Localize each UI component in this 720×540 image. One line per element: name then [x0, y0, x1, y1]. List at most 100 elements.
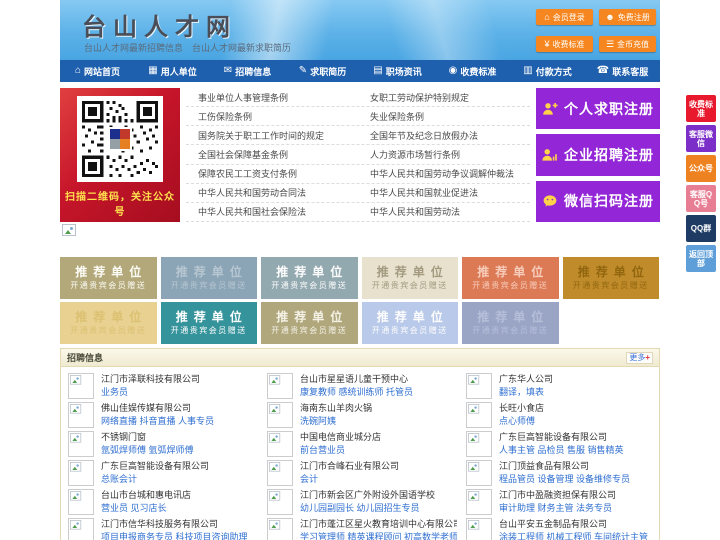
job-position-links[interactable]: 会计	[300, 473, 399, 486]
company-name-link[interactable]: 佛山佳娱传媒有限公司	[101, 402, 214, 415]
nav-item-icon: ✉	[223, 65, 233, 76]
law-link[interactable]: 全国社会保障基金条例	[186, 148, 358, 161]
company-name-link[interactable]: 海南东山羊肉火锅	[300, 402, 372, 415]
company-name-link[interactable]: 广东巨高智能设备有限公司	[499, 431, 624, 444]
promo-box-title: 推荐单位	[376, 310, 449, 324]
promo-box[interactable]: 推荐单位 开通贵宾会员赠送	[160, 302, 257, 344]
promo-box[interactable]: 推荐单位 开通贵宾会员赠送	[261, 302, 358, 344]
company-name-link[interactable]: 江门市新会区广外附设外国语学校	[300, 489, 435, 502]
job-position-links[interactable]: 总账会计	[101, 473, 209, 486]
job-position-links[interactable]: 业务员	[101, 386, 200, 399]
company-name-link[interactable]: 广东华人公司	[499, 373, 553, 386]
company-name-link[interactable]: 台山市台城和惠电讯店	[101, 489, 191, 502]
law-link[interactable]: 中华人民共和国劳动合同法	[186, 186, 358, 199]
job-position-links[interactable]: 网络直播 抖音直播 人事专员	[101, 415, 214, 428]
company-name-link[interactable]: 江门市泽联科技有限公司	[101, 373, 200, 386]
law-link[interactable]: 保障农民工工资支付条例	[186, 167, 358, 180]
law-link[interactable]: 全国年节及纪念日放假办法	[358, 129, 530, 142]
broken-image-icon	[468, 491, 480, 501]
jobs-column-1: 江门市泽联科技有限公司 业务员 佛山佳娱传媒有限公司 网络直播 抖音直播 人事专…	[61, 371, 260, 540]
nav-item[interactable]: ▤ 职场资讯	[360, 60, 435, 82]
law-link[interactable]: 国务院关于职工工作时间的规定	[186, 129, 358, 142]
job-position-links[interactable]: 前台营业员	[300, 444, 381, 457]
job-position-links[interactable]: 点心师傅	[499, 415, 544, 428]
company-name-link[interactable]: 长旺小食店	[499, 402, 544, 415]
job-position-links[interactable]: 洗碗阿姨	[300, 415, 372, 428]
header-button[interactable]: ¥ 收费标准	[536, 36, 593, 52]
company-name-link[interactable]: 广东巨高智能设备有限公司	[101, 460, 209, 473]
law-link[interactable]: 中华人民共和国就业促进法	[358, 186, 530, 199]
sidebar-chip[interactable]: QQ群	[686, 215, 716, 242]
promo-box-title: 推荐单位	[276, 265, 349, 279]
job-position-links[interactable]: 氩弧焊师傅 氩弧焊师傅	[101, 444, 194, 457]
company-name-link[interactable]: 不锈钢门窗	[101, 431, 194, 444]
company-name-link[interactable]: 江门市中盈融资担保有限公司	[499, 489, 616, 502]
company-name-link[interactable]: 江门市合峰石业有限公司	[300, 460, 399, 473]
broken-image-icon	[468, 375, 480, 385]
promo-box[interactable]: 推荐单位 开通贵宾会员赠送	[261, 257, 358, 299]
nav-item[interactable]: ✎ 求职简历	[285, 60, 360, 82]
nav-item[interactable]: ✉ 招聘信息	[210, 60, 285, 82]
law-links-row: 中华人民共和国劳动合同法 中华人民共和国就业促进法	[186, 184, 530, 203]
header-button[interactable]: ☰ 金币充值	[599, 36, 656, 52]
law-link[interactable]: 事业单位人事管理条例	[186, 91, 358, 104]
promo-box[interactable]: 推荐单位 开通贵宾会员赠送	[562, 257, 659, 299]
job-position-links[interactable]: 程品管员 设备管理 设备维修专员	[499, 473, 630, 486]
broken-image-icon	[468, 520, 480, 530]
header-button[interactable]: ⌂ 会员登录	[536, 9, 593, 25]
sidebar-chip[interactable]: 客服QQ号	[686, 185, 716, 212]
promo-box[interactable]: 推荐单位 开通贵宾会员赠送	[361, 257, 458, 299]
promo-box[interactable]: 推荐单位 开通贵宾会员赠送	[462, 302, 559, 344]
law-link[interactable]: 工伤保险条例	[186, 110, 358, 123]
job-position-links[interactable]: 项目申报商务专员 科技项目咨询助理	[101, 531, 248, 540]
company-logo-placeholder	[466, 402, 492, 428]
nav-item-label: 职场资讯	[385, 66, 422, 77]
promo-box-subtitle: 开通贵宾会员赠送	[572, 281, 649, 290]
company-name-link[interactable]: 中国电信商业城分店	[300, 431, 381, 444]
law-link[interactable]: 失业保险条例	[358, 110, 530, 123]
job-position-links[interactable]: 幼儿园副园长 幼儿园招生专员	[300, 502, 435, 515]
job-position-links[interactable]: 审计助理 财务主管 法务专员	[499, 502, 616, 515]
nav-item[interactable]: ▦ 用人单位	[135, 60, 210, 82]
wechat-register-button[interactable]: 微信扫码注册	[536, 180, 660, 222]
job-position-links[interactable]: 涂装工程师 机械工程师 车间统计主管	[499, 531, 648, 540]
promo-box[interactable]: 推荐单位 开通贵宾会员赠送	[60, 257, 157, 299]
job-position-links[interactable]: 康复教师 感统训练师 托管员	[300, 386, 413, 399]
company-name-link[interactable]: 江门顶益食品有限公司	[499, 460, 630, 473]
header-button[interactable]: ☻ 免费注册	[599, 9, 656, 25]
job-position-links[interactable]: 营业员 见习店长	[101, 502, 191, 515]
more-link[interactable]: 更多+	[626, 351, 653, 364]
nav-item[interactable]: ◉ 收费标准	[435, 60, 510, 82]
law-link[interactable]: 中华人民共和国劳动争议调解仲裁法	[358, 167, 530, 180]
sidebar-chip[interactable]: 返回顶部	[686, 245, 716, 272]
company-logo-placeholder	[267, 402, 293, 428]
job-position-links[interactable]: 翻译，填表	[499, 386, 553, 399]
company-logo-placeholder	[466, 431, 492, 457]
law-link[interactable]: 女职工劳动保护特别规定	[358, 91, 530, 104]
promo-box[interactable]: 推荐单位 开通贵宾会员赠送	[462, 257, 559, 299]
nav-item[interactable]: ☎ 联系客服	[585, 60, 660, 82]
promo-box[interactable]: 推荐单位 开通贵宾会员赠送	[160, 257, 257, 299]
nav-item-icon: ▤	[373, 65, 383, 76]
personal-register-button[interactable]: 个人求职注册	[536, 88, 660, 130]
promo-box[interactable]: 推荐单位 开通贵宾会员赠送	[60, 302, 157, 344]
promo-box-subtitle: 开通贵宾会员赠送	[271, 281, 348, 290]
promo-box-title: 推荐单位	[477, 310, 550, 324]
sidebar-chip[interactable]: 公众号	[686, 155, 716, 182]
job-position-links[interactable]: 人事主管 品检员 售服 销售精英	[499, 444, 624, 457]
company-name-link[interactable]: 台山平安五金制品有限公司	[499, 518, 648, 531]
law-link[interactable]: 中华人民共和国社会保险法	[186, 205, 358, 218]
law-link[interactable]: 人力资源市场暂行条例	[358, 148, 530, 161]
job-position-links[interactable]: 学习管理师 精英课程顾问 初高数学老师	[300, 531, 457, 540]
sidebar-chip[interactable]: 客服微信	[686, 125, 716, 152]
sidebar-chip[interactable]: 收费标准	[686, 95, 716, 122]
nav-item[interactable]: ▥ 付款方式	[510, 60, 585, 82]
company-name-link[interactable]: 江门市信华科技服务有限公司	[101, 518, 248, 531]
promo-box[interactable]: 推荐单位 开通贵宾会员赠送	[361, 302, 458, 344]
promo-box-title: 推荐单位	[577, 265, 650, 279]
nav-item[interactable]: ⌂ 网站首页	[60, 60, 135, 82]
company-name-link[interactable]: 台山市星星语儿童干预中心	[300, 373, 413, 386]
company-name-link[interactable]: 江门市蓬江区星火教育培训中心有限公司	[300, 518, 457, 531]
company-register-button[interactable]: 企业招聘注册	[536, 134, 660, 176]
law-link[interactable]: 中华人民共和国劳动法	[358, 205, 530, 218]
